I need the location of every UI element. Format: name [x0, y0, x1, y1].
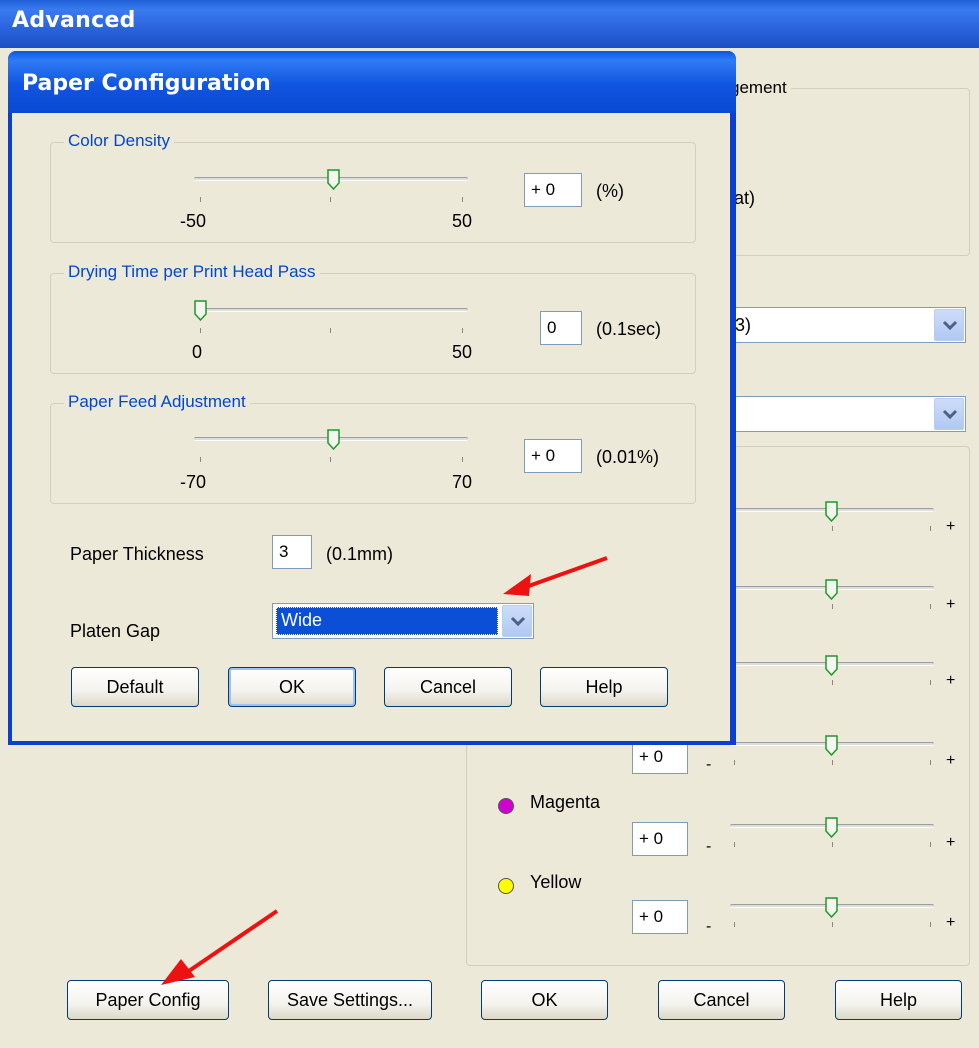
cancel-button[interactable]: Cancel	[658, 980, 785, 1020]
paper-feed-label: Paper Feed Adjustment	[64, 392, 250, 412]
chevron-down-icon[interactable]	[934, 398, 964, 430]
tick	[462, 328, 463, 333]
tick	[930, 680, 931, 685]
advanced-title-bar: Advanced	[0, 0, 979, 48]
annotation-arrow-icon	[161, 909, 279, 985]
plus-label: +	[946, 518, 956, 535]
default-button[interactable]: Default	[71, 667, 199, 707]
color-density-max: 50	[452, 211, 473, 231]
tick	[330, 457, 331, 462]
paper-feed-input[interactable]: + 0	[524, 439, 582, 473]
save-settings-button[interactable]: Save Settings...	[268, 980, 432, 1020]
tick	[832, 604, 833, 609]
plus-label: +	[946, 596, 956, 613]
color-slider-thumb[interactable]	[825, 579, 838, 600]
paper-configuration-dialog: Paper Configuration Color Density -50 50…	[8, 51, 736, 745]
yellow-label: Yellow	[530, 872, 582, 892]
halftone-select[interactable]	[700, 396, 966, 432]
minus-label: -	[706, 838, 712, 855]
magenta-label: Magenta	[530, 792, 601, 812]
minus-label: -	[706, 756, 712, 773]
magenta-value-box[interactable]: + 0	[632, 822, 688, 856]
color-density-min: -50	[180, 211, 207, 231]
tick	[200, 328, 201, 333]
drying-time-slider-track[interactable]	[194, 308, 468, 312]
platen-gap-label: Platen Gap	[70, 621, 161, 641]
paper-feed-slider-thumb[interactable]	[327, 429, 340, 450]
tick	[832, 922, 833, 927]
tick	[832, 760, 833, 765]
drying-time-slider-thumb[interactable]	[194, 300, 207, 321]
chevron-down-icon[interactable]	[502, 605, 532, 637]
magenta-dot-icon	[498, 798, 514, 814]
tick	[832, 680, 833, 685]
dialog-title: Paper Configuration	[22, 71, 271, 96]
dialog-cancel-button[interactable]: Cancel	[384, 667, 512, 707]
yellow-dot-icon	[498, 878, 514, 894]
chevron-down-icon[interactable]	[934, 309, 964, 341]
dialog-ok-button[interactable]: OK	[228, 667, 356, 707]
color-slider-thumb[interactable]	[825, 735, 838, 756]
paper-thickness-unit: (0.1mm)	[326, 544, 393, 564]
paper-feed-unit: (0.01%)	[596, 447, 660, 467]
paper-thickness-label: Paper Thickness	[70, 544, 204, 564]
color-density-unit: (%)	[596, 181, 624, 201]
tick	[930, 760, 931, 765]
plus-label: +	[946, 752, 956, 769]
platen-gap-value: Wide	[281, 610, 323, 630]
tick	[462, 197, 463, 202]
plus-label: +	[946, 914, 956, 931]
tick	[930, 842, 931, 847]
help-button[interactable]: Help	[835, 980, 962, 1020]
color-slider-thumb[interactable]	[825, 817, 838, 838]
platen-gap-selected: Wide	[276, 607, 498, 635]
paper-configuration-title-bar[interactable]: Paper Configuration	[8, 51, 736, 113]
platen-gap-select[interactable]: Wide	[272, 603, 534, 639]
minus-label: -	[706, 918, 712, 935]
tick	[330, 328, 331, 333]
ok-button[interactable]: OK	[481, 980, 608, 1020]
mode-select-value: 3)	[735, 315, 752, 335]
paper-feed-min: -70	[180, 472, 207, 492]
option-label-partial: at)	[734, 188, 756, 208]
tick	[462, 457, 463, 462]
drying-time-unit: (0.1sec)	[596, 319, 662, 339]
color-density-input[interactable]: + 0	[524, 173, 582, 207]
drying-time-label: Drying Time per Print Head Pass	[64, 262, 320, 282]
tick	[734, 842, 735, 847]
drying-time-min: 0	[192, 342, 203, 362]
color-slider-thumb[interactable]	[825, 501, 838, 522]
tick	[200, 197, 201, 202]
paper-configuration-body: Color Density -50 50 + 0 (%) Drying Time…	[12, 113, 730, 741]
mode-select[interactable]: 3)	[700, 307, 966, 343]
cyan-value-box[interactable]: + 0	[632, 740, 688, 774]
tick	[930, 526, 931, 531]
paper-thickness-input[interactable]: 3	[272, 535, 312, 569]
tick	[832, 842, 833, 847]
tick	[930, 604, 931, 609]
color-density-label: Color Density	[64, 131, 175, 151]
paper-feed-max: 70	[452, 472, 473, 492]
advanced-title: Advanced	[12, 8, 136, 33]
color-density-slider-thumb[interactable]	[327, 169, 340, 190]
yellow-value-box[interactable]: + 0	[632, 900, 688, 934]
tick	[734, 922, 735, 927]
annotation-arrow-icon	[503, 556, 608, 596]
drying-time-input[interactable]: 0	[540, 311, 582, 345]
tick	[832, 526, 833, 531]
tick	[930, 922, 931, 927]
plus-label: +	[946, 672, 956, 689]
color-slider-thumb[interactable]	[825, 655, 838, 676]
color-slider-thumb[interactable]	[825, 897, 838, 918]
dialog-help-button[interactable]: Help	[540, 667, 668, 707]
tick	[330, 197, 331, 202]
plus-label: +	[946, 834, 956, 851]
tick	[734, 760, 735, 765]
drying-time-max: 50	[452, 342, 473, 362]
tick	[200, 457, 201, 462]
